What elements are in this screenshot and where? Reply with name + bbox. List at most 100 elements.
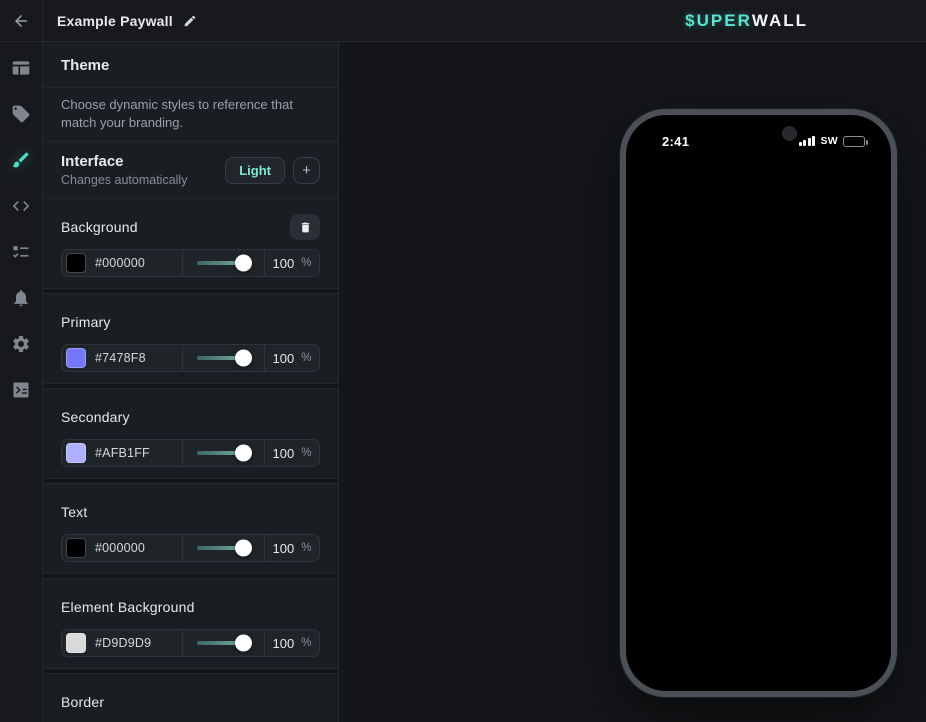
slider-track[interactable]	[197, 261, 250, 265]
opacity-unit: %	[301, 352, 311, 364]
terminal-icon	[11, 380, 31, 400]
slider-track[interactable]	[197, 546, 250, 550]
color-label: Text	[61, 504, 87, 520]
color-section: Secondary #AFB1FF 100	[43, 389, 338, 479]
color-hex-value: #000000	[95, 256, 145, 270]
back-arrow-icon	[12, 12, 30, 30]
color-swatch[interactable]	[66, 253, 86, 273]
opacity-field[interactable]: 100 %	[265, 535, 319, 561]
opacity-unit: %	[301, 637, 311, 649]
superwall-logo: $UPERWALL	[685, 0, 808, 42]
color-swatch[interactable]	[66, 538, 86, 558]
sidebar-item-variables[interactable]	[11, 380, 31, 400]
color-picker-field[interactable]: #000000	[62, 250, 182, 276]
slider-track[interactable]	[197, 641, 250, 645]
cellular-signal-icon	[799, 136, 816, 146]
camera-dot	[782, 126, 797, 141]
color-label: Border	[61, 694, 104, 710]
opacity-slider[interactable]	[183, 250, 264, 276]
battery-icon	[843, 136, 865, 147]
bell-icon	[11, 288, 31, 308]
slider-thumb[interactable]	[235, 445, 252, 462]
color-swatch[interactable]	[66, 633, 86, 653]
opacity-unit: %	[301, 447, 311, 459]
sidebar-item-rules[interactable]	[11, 242, 31, 262]
color-label: Background	[61, 219, 138, 235]
panel-title: Theme	[61, 57, 320, 74]
logo-suffix: WALL	[752, 11, 808, 31]
slider-thumb[interactable]	[235, 350, 252, 367]
color-picker-field[interactable]: #000000	[62, 535, 182, 561]
slider-thumb[interactable]	[235, 255, 252, 272]
back-button[interactable]	[0, 0, 43, 41]
opacity-slider[interactable]	[183, 345, 264, 371]
color-section: Text #000000 100 %	[43, 484, 338, 574]
color-section: Element Background #D9D9D9 1	[43, 579, 338, 669]
theme-panel: Theme Choose dynamic styles to reference…	[43, 42, 339, 722]
sidebar-item-code[interactable]	[11, 196, 31, 216]
color-hex-value: #AFB1FF	[95, 446, 150, 460]
panel-description: Choose dynamic styles to reference that …	[61, 96, 320, 132]
sidebar-item-products[interactable]	[11, 104, 31, 124]
color-section: Primary #7478F8 100	[43, 294, 338, 384]
interface-mode-button[interactable]: Light	[225, 157, 285, 184]
sidebar-item-layout[interactable]	[11, 58, 31, 78]
add-interface-button[interactable]: +	[293, 157, 320, 184]
interface-title: Interface	[61, 152, 187, 172]
opacity-field[interactable]: 100 %	[265, 630, 319, 656]
gear-icon	[11, 334, 31, 354]
opacity-field[interactable]: 100 %	[265, 440, 319, 466]
edit-title-button[interactable]	[183, 14, 197, 28]
opacity-unit: %	[301, 542, 311, 554]
trash-icon	[299, 221, 312, 234]
opacity-value: 100	[273, 541, 295, 556]
opacity-slider[interactable]	[183, 535, 264, 561]
code-icon	[11, 196, 31, 216]
sidebar-item-notifications[interactable]	[11, 288, 31, 308]
pencil-icon	[183, 14, 197, 28]
color-control-row: #000000 100 %	[61, 249, 320, 277]
color-label: Secondary	[61, 409, 130, 425]
opacity-value: 100	[273, 446, 295, 461]
phone-status-bar: 2:41 SW	[626, 115, 891, 157]
color-swatch[interactable]	[66, 348, 86, 368]
color-swatch[interactable]	[66, 443, 86, 463]
color-control-row: #000000 100 %	[61, 534, 320, 562]
opacity-field[interactable]: 100 %	[265, 345, 319, 371]
color-label: Element Background	[61, 599, 195, 615]
color-picker-field[interactable]: #D9D9D9	[62, 630, 182, 656]
sidebar-item-theme[interactable]	[11, 150, 31, 170]
checklist-icon	[11, 242, 31, 262]
opacity-slider[interactable]	[183, 440, 264, 466]
color-picker-field[interactable]: #AFB1FF	[62, 440, 182, 466]
phone-mockup: 2:41 SW	[620, 109, 897, 697]
icon-sidebar	[0, 42, 43, 722]
opacity-slider[interactable]	[183, 630, 264, 656]
carrier-label: SW	[820, 135, 838, 147]
interface-subtitle: Changes automatically	[61, 172, 187, 188]
color-control-row: #AFB1FF 100 %	[61, 439, 320, 467]
slider-thumb[interactable]	[235, 635, 252, 652]
page-title: Example Paywall	[57, 13, 173, 29]
tag-icon	[11, 104, 31, 124]
brush-icon	[11, 150, 31, 170]
slider-track[interactable]	[197, 356, 250, 360]
phone-screen[interactable]: 2:41 SW	[626, 115, 891, 691]
top-bar: Example Paywall $UPERWALL	[0, 0, 926, 42]
color-hex-value: #D9D9D9	[95, 636, 151, 650]
opacity-unit: %	[301, 257, 311, 269]
color-section: Border #B3B3B3 100	[43, 674, 338, 722]
status-time: 2:41	[662, 134, 689, 149]
delete-color-button[interactable]	[290, 214, 320, 240]
color-hex-value: #000000	[95, 541, 145, 555]
preview-canvas: 2:41 SW	[339, 42, 926, 722]
document-title-group: Example Paywall	[43, 13, 197, 29]
slider-track[interactable]	[197, 451, 250, 455]
sidebar-item-settings[interactable]	[11, 334, 31, 354]
layout-icon	[11, 58, 31, 78]
interface-label-group: Interface Changes automatically	[61, 152, 187, 188]
opacity-field[interactable]: 100 %	[265, 250, 319, 276]
slider-thumb[interactable]	[235, 540, 252, 557]
opacity-value: 100	[273, 256, 295, 271]
color-picker-field[interactable]: #7478F8	[62, 345, 182, 371]
